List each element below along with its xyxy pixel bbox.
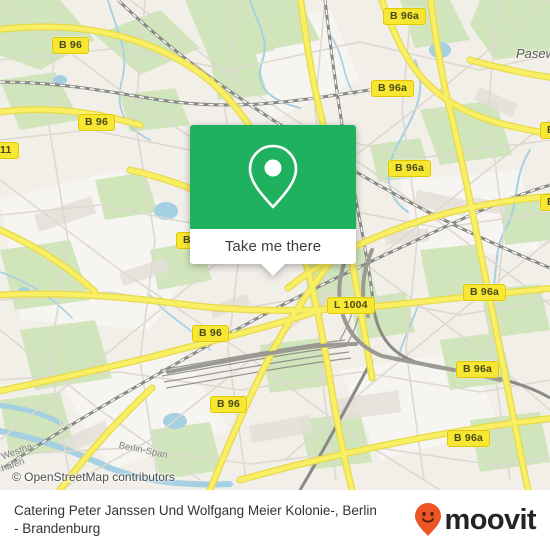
road-shield[interactable]: B 96 [78,114,115,131]
map-canvas[interactable]: Pasew Berlin-Span Westha hafen B 96a B 9… [0,0,550,490]
take-me-there-label: Take me there [224,238,322,255]
road-shield[interactable]: B 96a [371,80,415,97]
moovit-map-page: Pasew Berlin-Span Westha hafen B 96a B 9… [0,0,550,550]
road-shield[interactable]: L 1004 [327,297,375,314]
road-shield[interactable]: B 96a [447,430,491,447]
footer-bar: Catering Peter Janssen Und Wolfgang Meie… [0,490,550,550]
road-shield[interactable]: 11 [0,142,19,159]
road-shield[interactable]: B 96a [383,8,427,25]
road-shield[interactable]: B 96a [456,361,500,378]
callout-action-area[interactable]: Take me there [190,229,356,276]
place-title: Catering Peter Janssen Und Wolfgang Meie… [14,503,377,536]
map-pin-icon [248,144,298,209]
road-shield[interactable]: B [540,194,550,211]
road-shield[interactable]: B 96a [388,160,432,177]
map-place-label: Pasew [516,46,550,61]
road-shield[interactable]: B [540,122,550,139]
moovit-smiley-pin-icon [414,503,441,536]
location-callout-card[interactable]: Take me there [190,125,356,276]
road-shield[interactable]: B 96a [463,284,507,301]
moovit-wordmark: moovit [444,503,537,536]
road-shield[interactable]: B 96 [192,325,229,342]
callout-image-area [190,125,356,229]
moovit-brand-logo[interactable]: moovit [413,502,537,538]
road-shield[interactable]: B 96 [52,37,89,54]
road-shield[interactable]: B 96 [210,396,247,413]
callout-pointer [260,263,286,276]
openstreetmap-attribution[interactable]: © OpenStreetMap contributors [12,470,175,484]
